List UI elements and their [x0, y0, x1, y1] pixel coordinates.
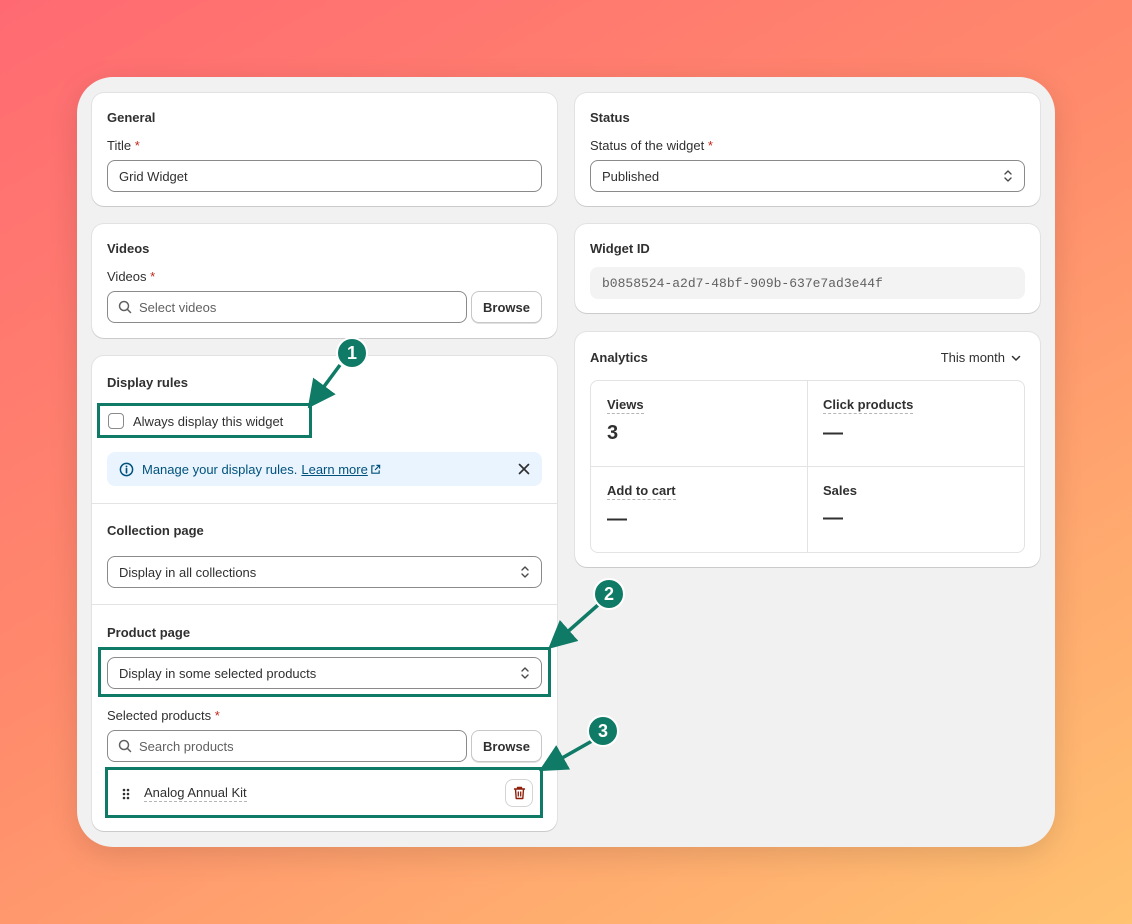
- metric-add-to-cart: Add to cart —: [607, 483, 676, 531]
- section-divider: [92, 503, 557, 504]
- required-mark: *: [214, 708, 220, 723]
- status-card: Status Status of the widget * Published: [575, 93, 1040, 206]
- videos-heading: Videos: [107, 241, 150, 256]
- metric-views: Views 3: [607, 397, 644, 445]
- metric-value: —: [823, 422, 843, 444]
- required-mark: *: [150, 269, 156, 284]
- required-mark: *: [134, 138, 140, 153]
- general-card: General Title * Grid Widget: [92, 93, 557, 206]
- search-icon: [118, 300, 132, 314]
- selected-products-label: Selected products *: [107, 708, 220, 723]
- highlight-box-3: [105, 767, 543, 818]
- widget-id-field[interactable]: b0858524-a2d7-48bf-909b-637e7ad3e44f: [590, 267, 1025, 299]
- analytics-card: Analytics This month Views 3 Click produ…: [575, 332, 1040, 567]
- analytics-heading: Analytics: [590, 350, 648, 365]
- select-arrows-icon: [521, 566, 529, 578]
- external-link-icon: [371, 464, 381, 474]
- annotation-marker-1: 1: [336, 337, 368, 369]
- widget-id-card: Widget ID b0858524-a2d7-48bf-909b-637e7a…: [575, 224, 1040, 313]
- metric-label: Click products: [823, 397, 914, 414]
- metric-click-products: Click products —: [823, 397, 914, 445]
- metric-label: Sales: [823, 483, 857, 498]
- display-rules-heading: Display rules: [107, 375, 188, 390]
- info-icon: [119, 462, 134, 476]
- product-page-heading: Product page: [107, 625, 191, 640]
- collection-page-value: Display in all collections: [119, 564, 257, 580]
- metrics-grid: Views 3 Click products — Add to cart — S…: [590, 380, 1025, 553]
- widget-id-heading: Widget ID: [590, 241, 650, 256]
- banner-text: Manage your display rules.: [142, 461, 298, 477]
- products-search-input[interactable]: Search products: [107, 730, 467, 762]
- status-select[interactable]: Published: [590, 160, 1025, 192]
- metric-label: Add to cart: [607, 483, 676, 500]
- highlight-box-1: [97, 403, 312, 438]
- close-icon[interactable]: [518, 463, 530, 475]
- period-selector[interactable]: This month: [941, 350, 1022, 365]
- products-placeholder: Search products: [139, 738, 234, 754]
- annotation-marker-2: 2: [593, 578, 625, 610]
- collection-page-heading: Collection page: [107, 523, 204, 538]
- app-frame: General Title * Grid Widget Videos Video…: [77, 77, 1055, 847]
- collection-page-select[interactable]: Display in all collections: [107, 556, 542, 588]
- videos-browse-button[interactable]: Browse: [471, 291, 542, 323]
- annotation-marker-3: 3: [587, 715, 619, 747]
- learn-more-link[interactable]: Learn more: [301, 462, 367, 477]
- products-browse-button[interactable]: Browse: [471, 730, 542, 762]
- videos-placeholder: Select videos: [139, 299, 217, 315]
- metric-value: —: [823, 507, 843, 529]
- info-banner: Manage your display rules. Learn more: [107, 452, 542, 486]
- section-divider: [92, 604, 557, 605]
- status-value: Published: [602, 168, 660, 184]
- highlight-box-2: [98, 647, 551, 697]
- grid-hline: [591, 466, 1024, 467]
- title-label: Title *: [107, 138, 140, 153]
- metric-label: Views: [607, 397, 644, 414]
- metric-value: 3: [607, 422, 619, 444]
- chevron-down-icon: [1011, 355, 1021, 361]
- search-icon: [118, 739, 132, 753]
- status-heading: Status: [590, 110, 630, 125]
- title-value: Grid Widget: [119, 168, 188, 184]
- metric-value: —: [607, 508, 627, 530]
- metric-sales: Sales —: [823, 483, 857, 530]
- general-heading: General: [107, 110, 156, 125]
- videos-label: Videos *: [107, 269, 156, 284]
- videos-search-input[interactable]: Select videos: [107, 291, 467, 323]
- required-mark: *: [707, 138, 713, 153]
- title-input[interactable]: Grid Widget: [107, 160, 542, 192]
- status-label: Status of the widget *: [590, 138, 713, 153]
- period-value: This month: [940, 350, 1005, 365]
- videos-card: Videos Videos * Select videos Browse: [92, 224, 557, 338]
- select-arrows-icon: [1004, 170, 1012, 182]
